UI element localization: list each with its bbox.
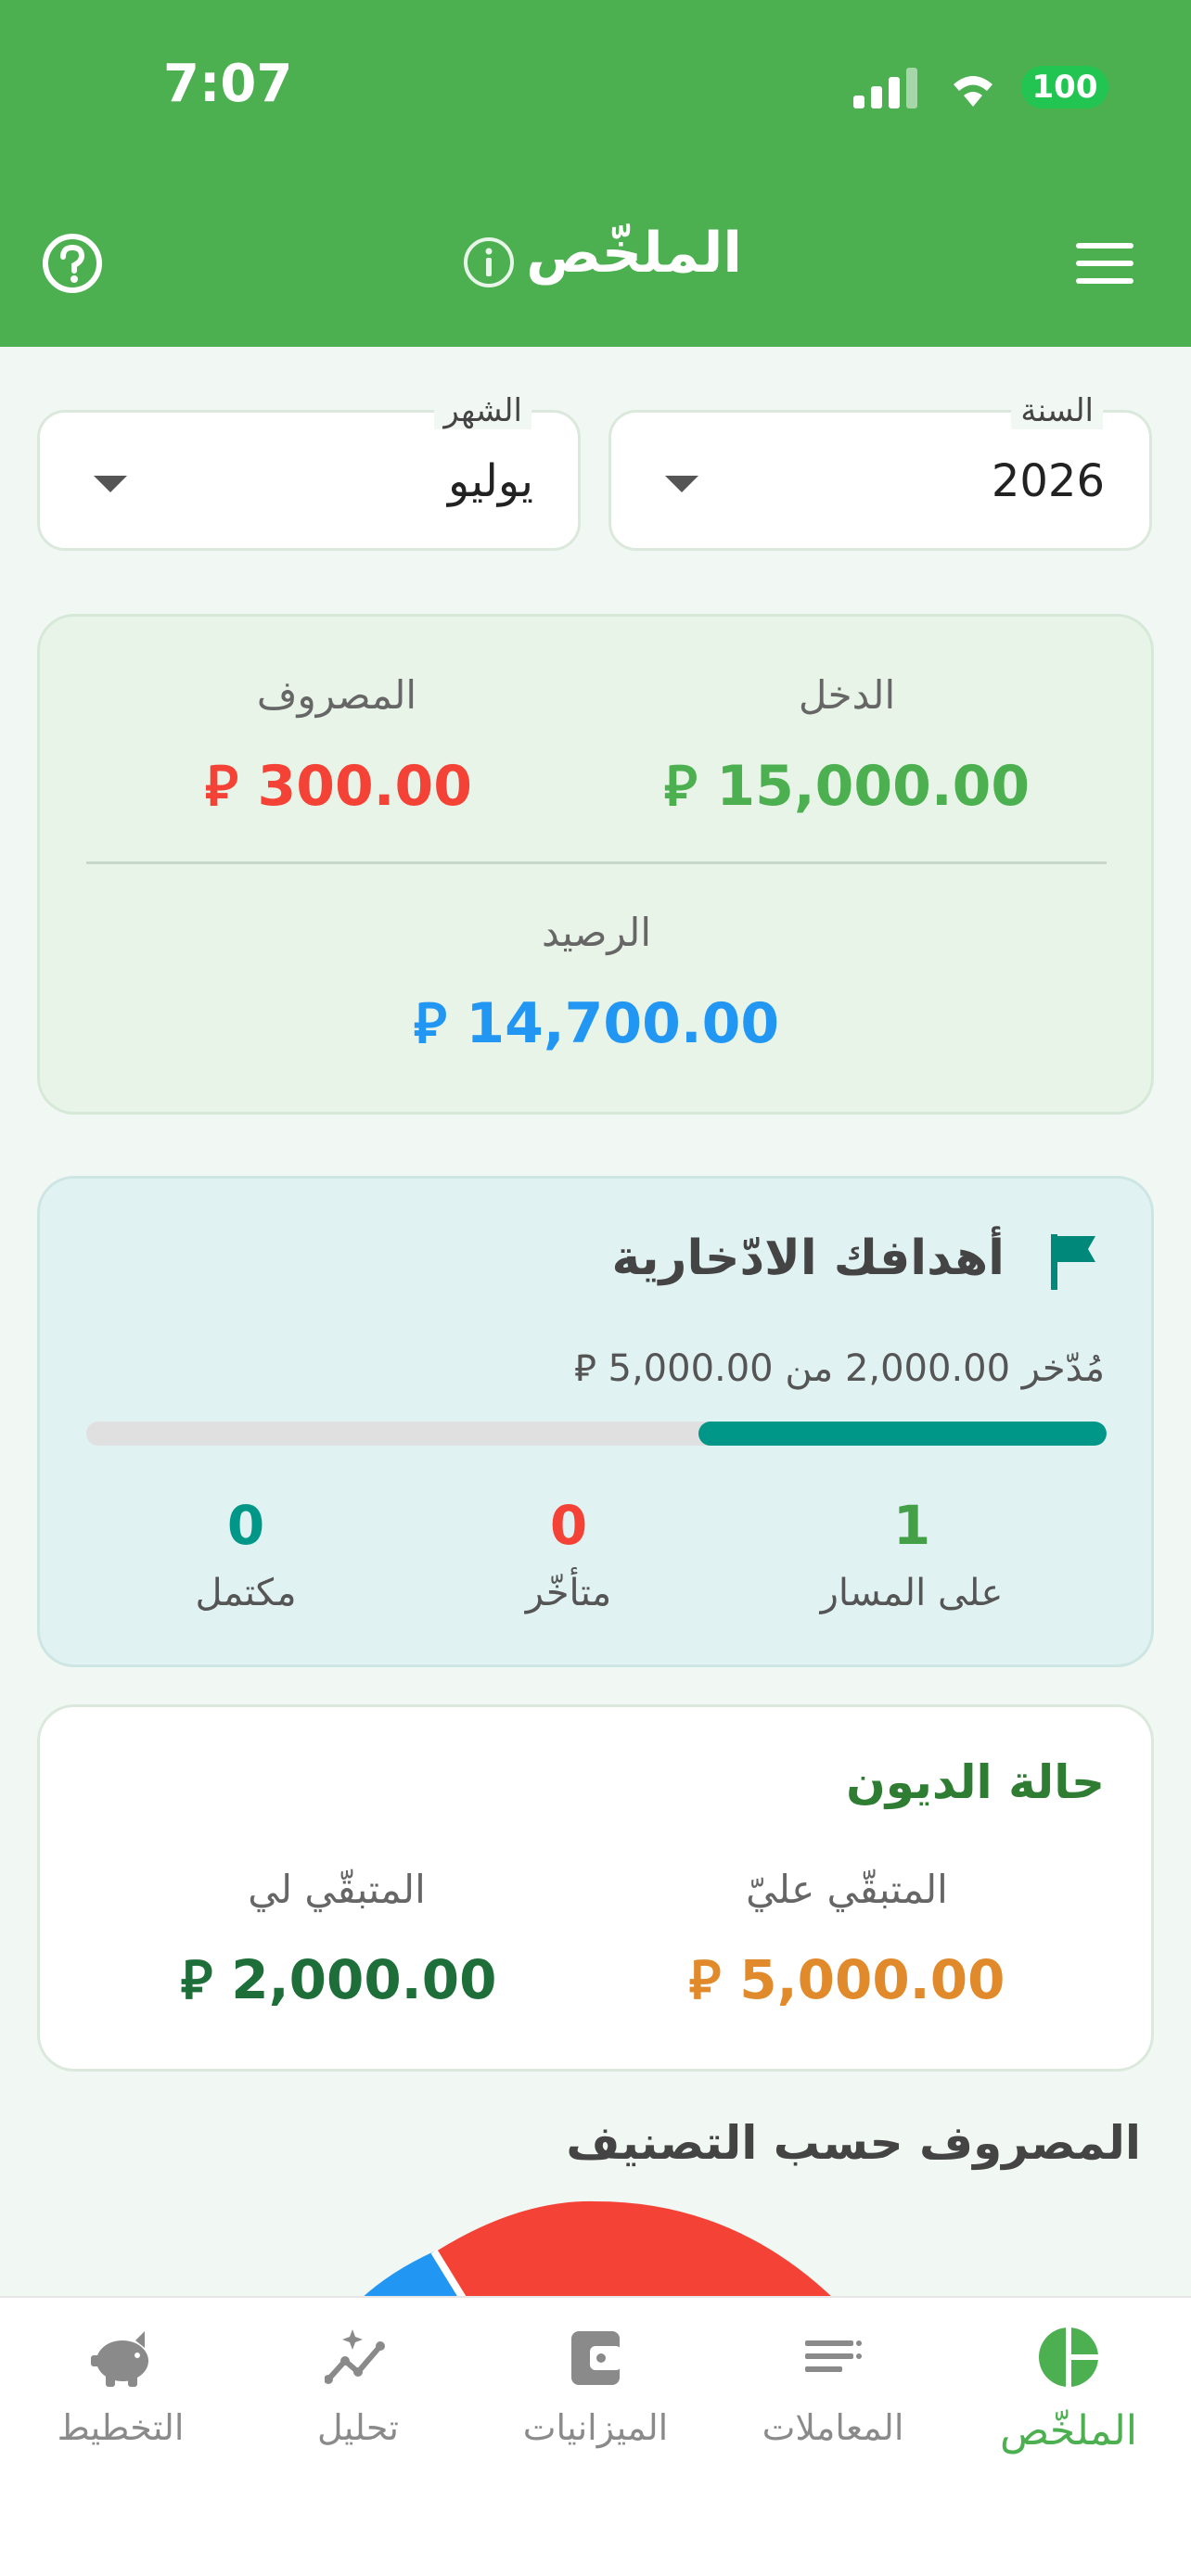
income-label: الدخل (798, 672, 896, 718)
currency-symbol: ⃁ (688, 1948, 722, 2011)
wifi-icon (954, 76, 992, 107)
balance-label: الرصيد (541, 910, 652, 955)
nav-budgets[interactable]: الميزانيات (477, 2324, 714, 2481)
help-icon[interactable] (41, 232, 104, 295)
pie-slice-red (436, 2200, 835, 2300)
nav-analysis[interactable]: تحليل (239, 2324, 477, 2481)
debts-card[interactable]: حالة الديون المتبقّي عليّ ⃁ 5,000.00 الم… (37, 1704, 1154, 2072)
menu-icon[interactable] (1076, 243, 1133, 284)
chevron-down-icon (665, 476, 698, 492)
year-select[interactable]: السنة 2026 (608, 392, 1152, 551)
month-select-label: الشهر (434, 392, 531, 429)
month-select-value: يوليو (447, 455, 533, 507)
savings-progress-text: مُدّخر 2,000.00 من 5,000.00 ⃁ (574, 1347, 1105, 1390)
owed-to-me-value: ⃁ 2,000.00 (180, 1948, 497, 2011)
nav-planning[interactable]: التخطيط (2, 2324, 239, 2481)
owed-by-me-label: المتبقّي عليّ (746, 1867, 948, 1912)
currency-symbol: ⃁ (413, 991, 447, 1056)
year-select-label: السنة (1011, 392, 1103, 429)
savings-goals-title: أهدافك الادّخارية (611, 1231, 1005, 1286)
currency-symbol: ⃁ (663, 754, 698, 819)
nav-transactions[interactable]: المعاملات (714, 2324, 952, 2481)
on-track-count: 1 (892, 1494, 931, 1557)
nav-planning-label: التخطيط (57, 2407, 185, 2448)
year-select-value: 2026 (991, 455, 1105, 507)
currency-symbol: ⃁ (204, 754, 238, 819)
status-time: 7:07 (163, 54, 293, 114)
cellular-signal-icon (853, 66, 917, 108)
piggy-bank-icon (91, 2331, 148, 2387)
chevron-down-icon (94, 476, 127, 492)
status-icons: 100 (853, 61, 1108, 113)
nav-transactions-label: المعاملات (762, 2407, 904, 2448)
info-icon[interactable] (462, 236, 516, 289)
nav-analysis-label: تحليل (317, 2407, 399, 2448)
completed-count: 0 (226, 1494, 265, 1557)
app-header: 7:07 100 الملخّص (0, 0, 1191, 347)
savings-progress-bar (86, 1422, 1107, 1446)
late-label: متأخّر (525, 1572, 612, 1614)
completed-label: مكتمل (195, 1572, 297, 1614)
owed-by-me-value: ⃁ 5,000.00 (688, 1948, 1005, 2011)
nav-budgets-label: الميزانيات (522, 2407, 669, 2448)
nav-summary-label: الملخّص (1000, 2407, 1137, 2455)
balance-value: ⃁ 14,700.00 (413, 991, 780, 1056)
debts-title: حالة الديون (846, 1755, 1105, 1809)
savings-goals-card[interactable]: أهدافك الادّخارية مُدّخر 2,000.00 من 5,0… (37, 1176, 1154, 1667)
expense-label: المصروف (256, 672, 417, 718)
nav-summary[interactable]: الملخّص (950, 2324, 1187, 2481)
late-count: 0 (549, 1494, 588, 1557)
month-select[interactable]: الشهر يوليو (37, 392, 581, 551)
on-track-label: على المسار (820, 1572, 1004, 1614)
battery-indicator: 100 (1021, 66, 1108, 108)
income-value: ⃁ 15,000.00 (663, 754, 1031, 819)
summary-card: الدخل ⃁ 15,000.00 المصروف ⃁ 300.00 الرصي… (37, 614, 1154, 1115)
expenses-pie-chart[interactable] (0, 2198, 1191, 2300)
expenses-by-category-title: المصروف حسب التصنيف (566, 2116, 1141, 2170)
savings-progress-fill (698, 1422, 1107, 1446)
pie-chart-icon (1039, 2327, 1098, 2387)
page-title: الملخّص (526, 221, 742, 286)
owed-to-me-label: المتبقّي لي (248, 1867, 426, 1912)
bottom-navigation: الملخّص المعاملات الميزانيات تحليل التخط… (0, 2296, 1191, 2576)
trend-sparkle-icon (325, 2329, 385, 2384)
list-icon (805, 2340, 862, 2372)
currency-symbol: ⃁ (180, 1948, 213, 2011)
flag-icon (1051, 1234, 1095, 1290)
wallet-icon (571, 2331, 621, 2385)
expense-value: ⃁ 300.00 (204, 754, 473, 819)
summary-divider (86, 861, 1107, 864)
